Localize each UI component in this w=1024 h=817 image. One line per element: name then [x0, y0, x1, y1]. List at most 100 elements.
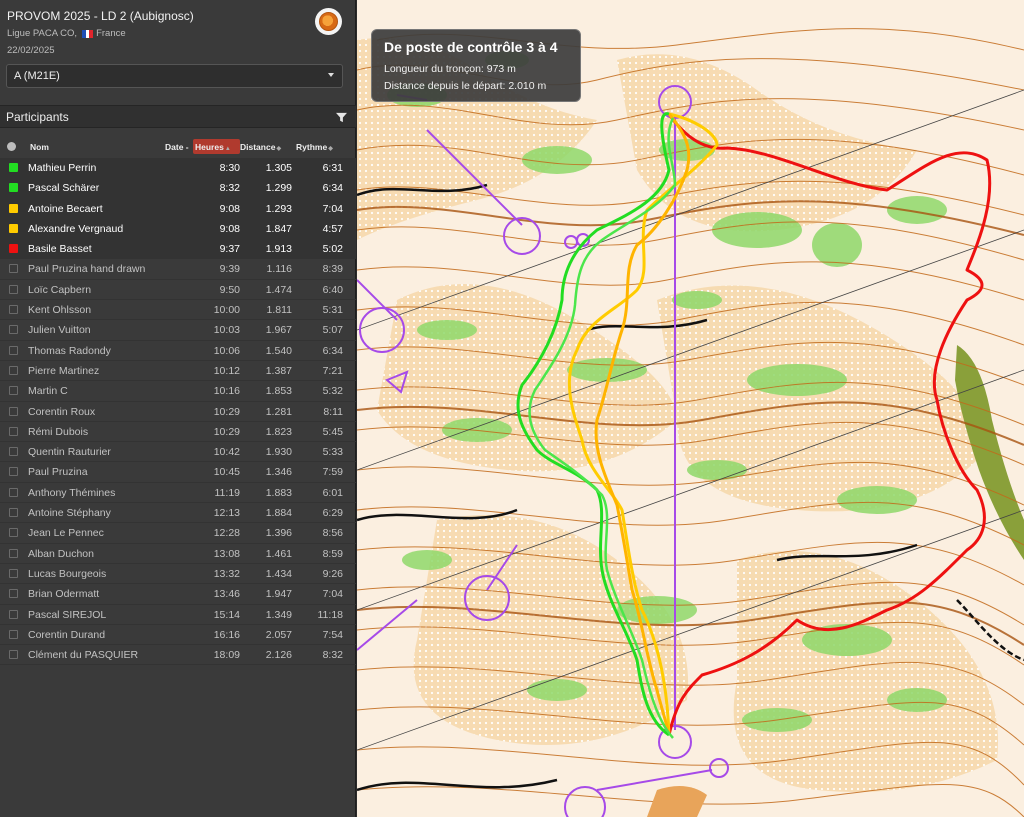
- participant-checkbox[interactable]: [9, 325, 18, 335]
- participant-checkbox[interactable]: [9, 650, 18, 660]
- participant-time: 12:13: [213, 507, 240, 520]
- select-all-toggle[interactable]: [7, 142, 16, 151]
- sort-icon: ◆: [276, 146, 282, 152]
- participant-row[interactable]: Corentin Durand 16:16 2.057 7:54: [0, 625, 356, 646]
- participant-pace: 8:11: [323, 405, 343, 418]
- col-date-header[interactable]: Date -: [165, 142, 189, 152]
- map-canvas: [357, 0, 1024, 817]
- participant-checkbox[interactable]: [9, 487, 18, 497]
- participant-checkbox[interactable]: [9, 365, 18, 375]
- participant-checkbox[interactable]: [9, 528, 18, 538]
- participant-row[interactable]: Jean Le Pennec 12:28 1.396 8:56: [0, 523, 356, 544]
- participant-distance: 1.293: [265, 202, 292, 215]
- col-pace-label: Rythme: [296, 142, 328, 152]
- participant-pace: 9:26: [322, 567, 343, 580]
- participant-pace: 8:39: [322, 263, 343, 276]
- participant-row[interactable]: Corentin Roux 10:29 1.281 8:11: [0, 402, 356, 422]
- participant-row[interactable]: Loïc Capbern 9:50 1.474 6:40: [0, 280, 356, 301]
- participant-checkbox[interactable]: [9, 305, 18, 315]
- participant-row[interactable]: Quentin Rauturier 10:42 1.930 5:33: [0, 442, 356, 463]
- participant-checkbox[interactable]: [9, 609, 18, 619]
- participant-checkbox[interactable]: [9, 264, 18, 274]
- participant-checkbox[interactable]: [9, 284, 18, 294]
- col-distance-header[interactable]: Distance◆: [240, 142, 281, 152]
- col-hours-label: Heures: [195, 142, 224, 152]
- participant-row[interactable]: Alban Duchon 13:08 1.461 8:59: [0, 544, 356, 564]
- participant-name: Anthony Thémines: [28, 486, 116, 499]
- participant-pace: 5:31: [322, 304, 343, 317]
- participant-checkbox[interactable]: [9, 244, 18, 254]
- participant-checkbox[interactable]: [9, 508, 18, 518]
- participant-row[interactable]: Lucas Bourgeois 13:32 1.434 9:26: [0, 564, 356, 585]
- participant-row[interactable]: Pierre Martinez 10:12 1.387 7:21: [0, 361, 356, 382]
- participant-row[interactable]: Julien Vuitton 10:03 1.967 5:07: [0, 320, 356, 341]
- participant-pace: 4:57: [322, 222, 343, 235]
- participant-time: 13:46: [213, 588, 240, 601]
- participant-row[interactable]: Martin C 10:16 1.853 5:32: [0, 381, 356, 402]
- participant-checkbox[interactable]: [9, 163, 18, 172]
- participant-pace: 5:32: [322, 385, 343, 398]
- participant-pace: 6:29: [322, 507, 343, 520]
- participant-time: 10:29: [213, 425, 240, 438]
- participant-row[interactable]: Brian Odermatt 13:46 1.947 7:04: [0, 584, 356, 605]
- participant-time: 16:16: [213, 628, 240, 641]
- participant-checkbox[interactable]: [9, 183, 18, 193]
- participant-distance: 1.540: [265, 344, 292, 357]
- participant-row[interactable]: Thomas Radondy 10:06 1.540 6:34: [0, 341, 356, 361]
- class-select[interactable]: A (M21E): [6, 64, 343, 88]
- participant-row[interactable]: Clément du PASQUIER 18:09 2.126 8:32: [0, 645, 356, 666]
- participant-checkbox[interactable]: [9, 629, 18, 639]
- participant-time: 10:16: [213, 385, 240, 398]
- participant-distance: 1.884: [265, 507, 292, 520]
- chevron-down-icon: [328, 73, 334, 77]
- participant-checkbox[interactable]: [9, 548, 18, 558]
- participant-row[interactable]: Basile Basset 9:37 1.913 5:02: [0, 239, 356, 260]
- orienteering-map[interactable]: [357, 0, 1024, 817]
- participant-time: 9:37: [219, 243, 240, 256]
- participant-checkbox[interactable]: [9, 406, 18, 416]
- participant-name: Kent Ohlsson: [28, 304, 92, 317]
- filter-icon[interactable]: [336, 112, 347, 123]
- participant-distance: 1.930: [265, 446, 292, 459]
- participant-row[interactable]: Pascal Schärer 8:32 1.299 6:34: [0, 178, 356, 199]
- participant-time: 9:08: [219, 222, 240, 235]
- event-country: France: [96, 28, 126, 39]
- participant-distance: 1.823: [265, 425, 292, 438]
- col-pace-header[interactable]: Rythme◆: [296, 142, 333, 152]
- participants-header: Participants: [0, 105, 356, 128]
- participant-row[interactable]: Alexandre Vergnaud 9:08 1.847 4:57: [0, 218, 356, 240]
- participant-pace: 5:33: [322, 446, 343, 459]
- participant-checkbox[interactable]: [9, 386, 18, 396]
- col-hours-header[interactable]: Heures▲: [195, 142, 231, 152]
- sort-icon: ◆: [328, 146, 333, 152]
- participant-name: Loïc Capbern: [28, 283, 92, 296]
- col-name-header[interactable]: Nom: [30, 142, 49, 152]
- participant-distance: 1.811: [266, 304, 293, 317]
- participant-name: Thomas Radondy: [28, 344, 111, 357]
- participant-name: Corentin Roux: [28, 405, 96, 418]
- participant-checkbox[interactable]: [9, 345, 18, 355]
- participant-checkbox[interactable]: [9, 223, 18, 233]
- sidebar: PROVOM 2025 - LD 2 (Aubignosc) Ligue PAC…: [0, 0, 356, 817]
- participant-row[interactable]: Antoine Stéphany 12:13 1.884 6:29: [0, 503, 356, 524]
- participant-checkbox[interactable]: [9, 203, 18, 213]
- participant-row[interactable]: Kent Ohlsson 10:00 1.811 5:31: [0, 300, 356, 321]
- leg-length: Longueur du tronçon: 973 m: [384, 63, 516, 75]
- participant-pace: 6:01: [322, 486, 343, 499]
- participant-row[interactable]: Mathieu Perrin 8:30 1.305 6:31: [0, 158, 356, 179]
- participant-row[interactable]: Pascal SIREJOL 15:14 1.349 11:18: [0, 605, 356, 625]
- participant-checkbox[interactable]: [9, 426, 18, 436]
- participant-row[interactable]: Paul Pruzina hand drawn 9:39 1.116 8:39: [0, 259, 356, 280]
- participant-row[interactable]: Antoine Becaert 9:08 1.293 7:04: [0, 198, 356, 219]
- participant-row[interactable]: Paul Pruzina 10:45 1.346 7:59: [0, 462, 356, 483]
- participant-checkbox[interactable]: [9, 568, 18, 578]
- participant-time: 9:39: [219, 263, 240, 276]
- participant-time: 10:29: [213, 405, 240, 418]
- participant-checkbox[interactable]: [9, 589, 18, 599]
- participant-row[interactable]: Anthony Thémines 11:19 1.883 6:01: [0, 483, 356, 504]
- participant-pace: 8:59: [322, 547, 343, 560]
- participant-checkbox[interactable]: [9, 467, 18, 477]
- participant-distance: 1.346: [265, 466, 292, 479]
- participant-checkbox[interactable]: [9, 447, 18, 457]
- participant-row[interactable]: Rémi Dubois 10:29 1.823 5:45: [0, 422, 356, 443]
